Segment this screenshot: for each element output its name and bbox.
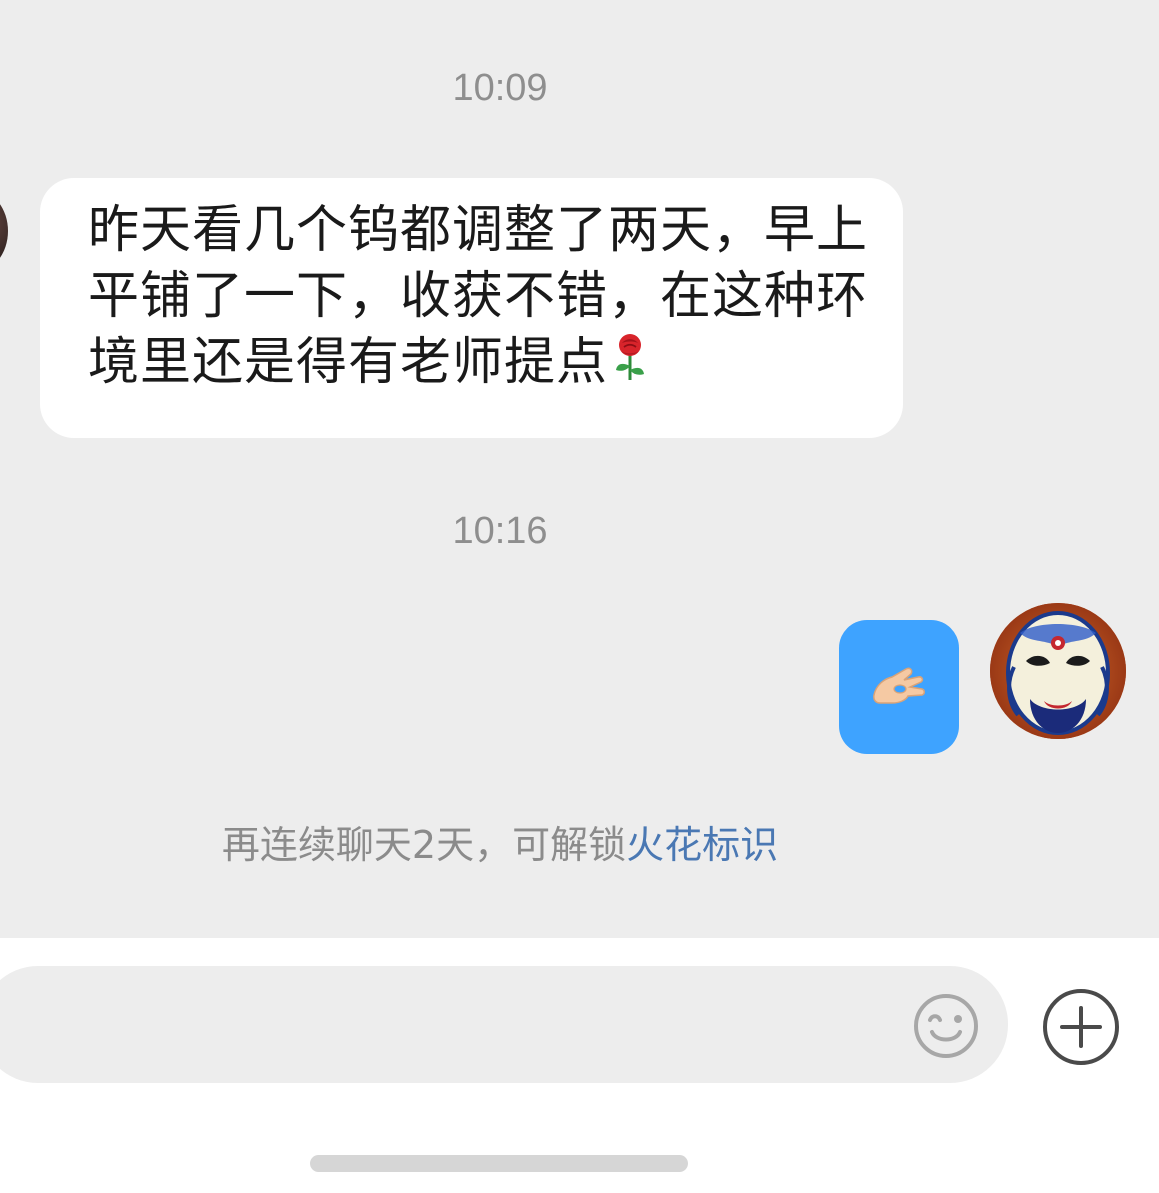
notice-text: 再连续聊天2天，可解锁 (221, 823, 627, 867)
chat-message-area[interactable]: 10:09 昨天看几个钨都调整了两天，早上平铺了一下，收获不错，在这种环境里还是… (0, 0, 1159, 938)
plus-circle-icon[interactable] (1040, 986, 1122, 1068)
message-timestamp: 10:09 (452, 67, 548, 109)
smiley-face-icon[interactable] (912, 992, 980, 1060)
message-input[interactable] (0, 966, 1008, 1083)
peer-avatar[interactable] (0, 190, 8, 272)
message-timestamp: 10:16 (452, 510, 548, 552)
message-text: 昨天看几个钨都调整了两天，早上平铺了一下，收获不错，在这种环境里还是得有老师提点 (88, 201, 869, 392)
spark-unlock-notice: 再连续聊天2天，可解锁火花标识 (0, 820, 1000, 870)
outgoing-message-bubble[interactable] (839, 620, 959, 754)
ok-hand-emoji-icon (870, 665, 928, 709)
self-avatar[interactable] (990, 603, 1126, 739)
incoming-message-bubble[interactable]: 昨天看几个钨都调整了两天，早上平铺了一下，收获不错，在这种环境里还是得有老师提点 (40, 178, 903, 438)
home-indicator[interactable] (310, 1155, 688, 1172)
spark-badge-link[interactable]: 火花标识 (626, 823, 778, 867)
message-input-bar (0, 938, 1159, 1193)
rose-emoji-icon (612, 332, 648, 399)
